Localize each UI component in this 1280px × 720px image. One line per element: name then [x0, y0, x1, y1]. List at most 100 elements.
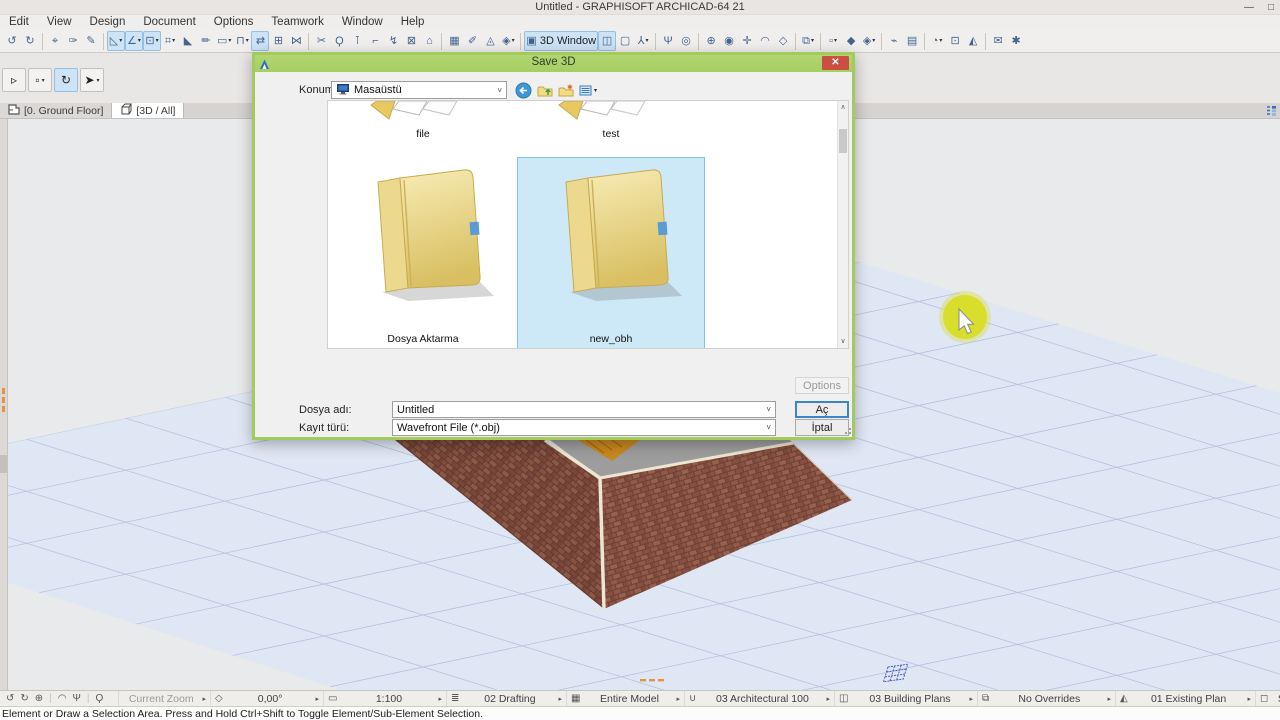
toolbar-coordinates[interactable]: ⊞ — [269, 31, 287, 51]
file-item-file[interactable]: file — [348, 101, 498, 140]
toolbar-guide-lines[interactable]: ◺ ▾ — [107, 31, 125, 51]
toolbar-gravity[interactable]: ◣ — [179, 31, 197, 51]
open-button[interactable]: Aç — [795, 401, 849, 418]
tab-tree-icon[interactable] — [1263, 103, 1280, 118]
toolbar-orbit-mode[interactable]: ◎ — [677, 31, 695, 51]
folder-item-new_obh[interactable]: new_obh — [517, 157, 705, 348]
statusbar-view-forward-icon[interactable]: ↻ — [20, 693, 28, 704]
menu-design[interactable]: Design — [81, 15, 135, 30]
view-menu-icon[interactable]: ▾ — [579, 84, 597, 97]
quickbar-arrow-tool[interactable]: ➤ ▾ — [80, 68, 104, 92]
toolbar-fit-in-window[interactable]: ⋈ — [287, 31, 305, 51]
toolbar-path[interactable]: ◠ — [756, 31, 774, 51]
toolbar-snapshot[interactable]: ⊡ — [946, 31, 964, 51]
toolbar-roof[interactable]: ◬ — [481, 31, 499, 51]
toolbar-undo[interactable]: ↺ — [3, 31, 21, 51]
tab--3d-all-[interactable]: [3D / All] — [112, 103, 185, 118]
toolbar-home-story[interactable]: ⌂ — [420, 31, 438, 51]
status-3d-style-status[interactable]: ◻ Simple Shading — [1255, 690, 1280, 707]
toolbar-hatch[interactable]: ▦ — [445, 31, 463, 51]
toolbar-3d-window[interactable]: ▣ 3D Window — [524, 31, 599, 51]
status-current-zoom[interactable]: Current Zoom ▸ — [118, 690, 210, 707]
toolbar-surfaces[interactable]: ◈ ▾ — [860, 31, 878, 51]
toolbar-explore-navigation[interactable]: ⇄ — [251, 31, 270, 51]
status-structure-display[interactable]: ▦ Entire Model ▸ — [566, 690, 684, 707]
toolbar-layers[interactable]: ⧉ ▾ — [799, 31, 817, 51]
toolbar-3d-style[interactable]: ◫ — [598, 31, 617, 51]
dialog-title-bar[interactable]: Save 3D ✕ — [255, 55, 852, 72]
statusbar-find-select-icon[interactable]: Ϙ — [95, 693, 103, 704]
toolbar-pick-style[interactable]: ⌁ — [885, 31, 903, 51]
status-pen-set[interactable]: ∪ 03 Architectural 100 ▸ — [684, 690, 834, 707]
toolbar-stretch[interactable]: ⊠ — [402, 31, 420, 51]
status-orientation[interactable]: ◇ 0,00° ▸ — [210, 690, 323, 707]
menu-document[interactable]: Document — [134, 15, 204, 30]
toolbar-zoom-selection[interactable]: Ϙ — [330, 31, 348, 51]
toolbar-grid-snap[interactable]: ⌗ ▾ — [161, 31, 179, 51]
toolbar-adjust[interactable]: ⊺ — [348, 31, 366, 51]
options-button[interactable]: Options — [795, 377, 849, 394]
menu-help[interactable]: Help — [392, 15, 434, 30]
menu-window[interactable]: Window — [333, 15, 392, 30]
status-layer-combination[interactable]: ≣ 02 Drafting ▸ — [446, 690, 566, 707]
toolbar-morph[interactable]: ◈ ▾ — [499, 31, 517, 51]
toolbar-snap-points[interactable]: ⊡ ▾ — [143, 31, 161, 51]
toolbar-3d-projection[interactable]: ⅄ ▾ — [634, 31, 652, 51]
toolbar-measure[interactable]: ✎ — [82, 31, 100, 51]
toolbar-extras[interactable]: ✱ — [1007, 31, 1025, 51]
new-folder-icon[interactable]: ✱ — [558, 83, 574, 98]
status-model-view-options[interactable]: ◫ 03 Building Plans ▸ — [834, 690, 977, 707]
menu-view[interactable]: View — [38, 15, 81, 30]
toolbar-zoom-target[interactable]: ⊕ — [702, 31, 720, 51]
left-scroll-strip[interactable] — [0, 119, 8, 690]
toolbar-render[interactable]: ◭ — [964, 31, 982, 51]
file-type-dropdown[interactable]: Wavefront File (*.obj) ˅ — [392, 419, 776, 436]
toolbar-marquee[interactable]: ▫ ▾ — [824, 31, 842, 51]
toolbar-paint-bucket[interactable]: ▤ — [903, 31, 921, 51]
statusbar-view-back-icon[interactable]: ↺ — [6, 693, 14, 704]
quickbar-orbit-tool[interactable]: ↻ — [54, 68, 78, 92]
toolbar-pick-up-parameters[interactable]: ⌖ — [46, 31, 64, 51]
quickbar-overflow[interactable]: ▹ — [2, 68, 26, 92]
quickbar-marquee-select[interactable]: ▫ ▾ — [28, 68, 52, 92]
status-renovation-filter[interactable]: ◭ 01 Existing Plan ▸ — [1115, 690, 1255, 707]
toolbar-trim[interactable]: ⌐ — [366, 31, 384, 51]
toolbar-markup[interactable]: ✉ — [989, 31, 1007, 51]
list-scroll-thumb[interactable] — [839, 129, 847, 153]
cancel-button[interactable]: İptal — [795, 419, 849, 436]
toolbar-editing-plane[interactable]: ∠ ▾ — [125, 31, 143, 51]
toolbar-solid-ops[interactable]: ◆ — [842, 31, 860, 51]
folder-item-dosya-aktarma[interactable]: Dosya Aktarma — [330, 158, 516, 348]
toolbar-inject-parameters[interactable]: ✑ — [64, 31, 82, 51]
toolbar-camera[interactable]: ◔ ▾ — [928, 31, 946, 51]
file-name-input[interactable]: Untitled ˅ — [392, 401, 776, 418]
up-folder-icon[interactable] — [537, 83, 553, 98]
scroll-up-icon[interactable]: ∧ — [838, 101, 848, 114]
close-icon[interactable]: ✕ — [822, 56, 849, 70]
file-item-test[interactable]: test — [536, 101, 686, 140]
statusbar-pan-icon[interactable]: ◠ — [58, 693, 67, 704]
resize-grip[interactable] — [843, 428, 851, 436]
location-dropdown[interactable]: Masaüstü ˅ — [331, 81, 507, 99]
menu-options[interactable]: Options — [205, 15, 263, 30]
statusbar-walk-icon[interactable]: Ψ — [73, 693, 81, 704]
file-list[interactable]: ∧ ∨ file test Dosya Aktarma new_obh — [327, 100, 849, 349]
toolbar-modify[interactable]: ✐ — [463, 31, 481, 51]
toolbar-walk-mode[interactable]: Ψ — [659, 31, 677, 51]
toolbar-suspend-groups[interactable]: ⊓ ▾ — [233, 31, 251, 51]
toolbar-element-snap[interactable]: ▭ ▾ — [215, 31, 233, 51]
scroll-down-icon[interactable]: ∨ — [838, 335, 848, 348]
toolbar-redo[interactable]: ↻ — [21, 31, 39, 51]
status-scale[interactable]: ▭ 1:100 ▸ — [323, 690, 446, 707]
tab--0-ground-floor-[interactable]: [0. Ground Floor] — [0, 103, 113, 118]
toolbar-look-to[interactable]: ◉ — [720, 31, 738, 51]
menu-teamwork[interactable]: Teamwork — [262, 15, 332, 30]
toolbar-plane[interactable]: ◇ — [774, 31, 792, 51]
scroll-thumb[interactable] — [0, 455, 7, 473]
toolbar-lamp[interactable]: ✛ — [738, 31, 756, 51]
maximize-button[interactable]: □ — [1268, 2, 1274, 13]
menu-edit[interactable]: Edit — [0, 15, 38, 30]
status-graphic-overrides[interactable]: ⧉ No Overrides ▸ — [977, 690, 1115, 707]
toolbar-split[interactable]: ✂ — [312, 31, 330, 51]
toolbar-3d-cutaway[interactable]: ▢ — [616, 31, 634, 51]
